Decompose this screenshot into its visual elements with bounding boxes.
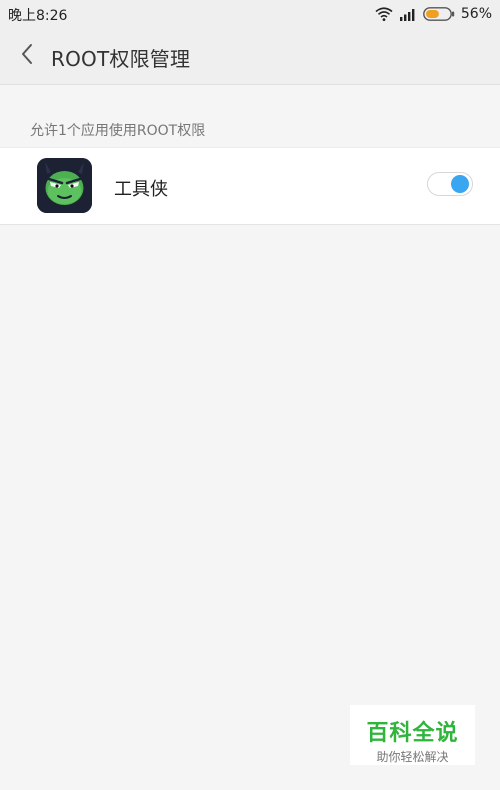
signal-icon — [399, 7, 417, 21]
watermark-subtitle: 助你轻松解决 — [376, 750, 449, 764]
watermark-logo: 百科全说 助你轻松解决 — [350, 705, 475, 765]
wifi-icon — [375, 7, 393, 21]
app-list: 工具侠 — [0, 147, 500, 225]
toggle-knob — [451, 175, 469, 193]
status-bar: 晚上8:26 56% — [0, 0, 500, 28]
app-name: 工具侠 — [114, 179, 168, 200]
battery-percentage: 56% — [460, 6, 492, 22]
section-caption: 允许1个应用使用ROOT权限 — [30, 123, 206, 139]
page-title: ROOT权限管理 — [51, 47, 191, 71]
battery-icon — [422, 7, 455, 21]
root-permission-toggle[interactable] — [427, 172, 473, 196]
chevron-left-icon — [20, 43, 34, 69]
green-face-app-icon — [37, 158, 92, 213]
back-button[interactable] — [14, 42, 40, 70]
status-time: 晚上8:26 — [8, 8, 68, 24]
watermark-title: 百科全说 — [366, 721, 459, 746]
status-icons: 56% — [375, 5, 492, 23]
header-bar: ROOT权限管理 — [0, 28, 500, 85]
list-item[interactable]: 工具侠 — [0, 148, 500, 224]
